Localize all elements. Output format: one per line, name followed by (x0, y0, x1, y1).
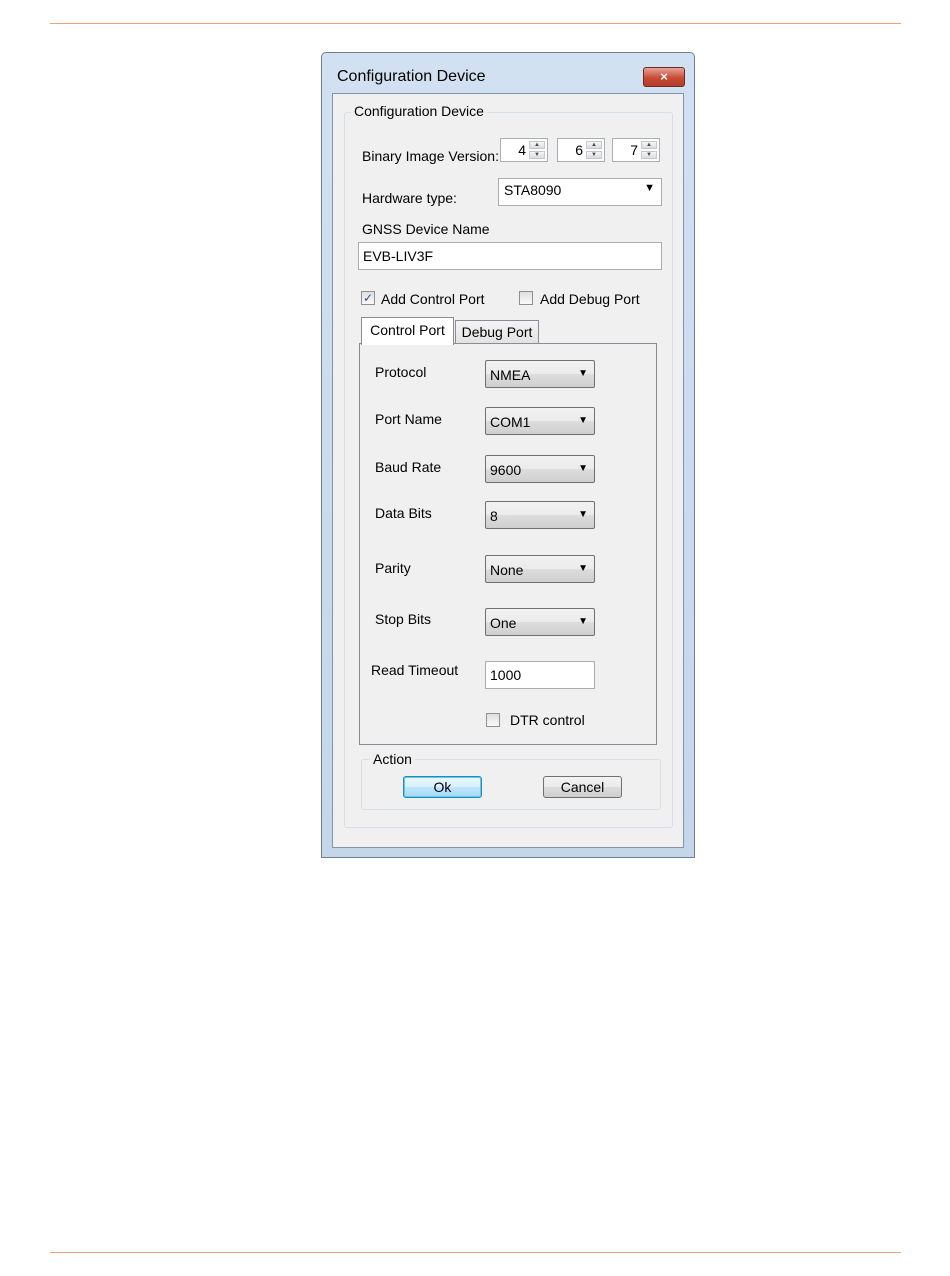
read-timeout-value: 1000 (490, 667, 522, 683)
tab-debug-port-label: Debug Port (461, 324, 533, 340)
protocol-label: Protocol (375, 364, 427, 380)
hardware-type-select[interactable]: STA8090 ▼ (498, 178, 662, 206)
binary-version-patch-spinner[interactable]: 7 ▲ ▼ (612, 138, 660, 162)
parity-select[interactable]: None ▼ (485, 555, 595, 583)
hardware-type-value: STA8090 (504, 182, 562, 198)
page-footer-rule (50, 1252, 901, 1253)
read-timeout-label: Read Timeout (371, 662, 459, 678)
dtr-control-checkbox[interactable] (486, 713, 500, 727)
chevron-down-icon: ▼ (644, 182, 655, 194)
close-icon: × (660, 69, 668, 84)
dialog-client-area: Configuration Device Binary Image Versio… (332, 93, 684, 848)
title-bar[interactable]: Configuration Device × (322, 53, 694, 93)
stop-bits-label: Stop Bits (375, 611, 432, 627)
page-header-rule (50, 23, 901, 24)
configuration-device-group-legend: Configuration Device (351, 103, 487, 119)
stop-bits-select[interactable]: One ▼ (485, 608, 595, 636)
add-control-port-checkbox[interactable]: ✓ (361, 291, 375, 305)
data-bits-select[interactable]: 8 ▼ (485, 501, 595, 529)
binary-version-patch-value: 7 (630, 142, 638, 158)
protocol-value: NMEA (490, 367, 531, 383)
configuration-device-window: Configuration Device × Configuration Dev… (321, 52, 695, 858)
parity-label: Parity (375, 560, 411, 576)
gnss-device-name-value: EVB-LIV3F (363, 248, 434, 264)
data-bits-value: 8 (490, 508, 498, 524)
gnss-device-name-label: GNSS Device Name (362, 221, 490, 237)
tab-debug-port[interactable]: Debug Port (455, 320, 539, 344)
baud-rate-select[interactable]: 9600 ▼ (485, 455, 595, 483)
port-name-select[interactable]: COM1 ▼ (485, 407, 595, 435)
binary-version-minor-value: 6 (575, 142, 583, 158)
spin-down-icon[interactable]: ▼ (586, 151, 602, 159)
protocol-select[interactable]: NMEA ▼ (485, 360, 595, 388)
chevron-down-icon: ▼ (578, 368, 588, 379)
close-button[interactable]: × (643, 67, 685, 87)
binary-version-major-value: 4 (518, 142, 526, 158)
spin-down-icon[interactable]: ▼ (529, 151, 545, 159)
tab-control-port[interactable]: Control Port (361, 317, 454, 345)
read-timeout-input[interactable]: 1000 (485, 661, 595, 689)
cancel-button[interactable]: Cancel (543, 776, 622, 798)
chevron-down-icon: ▼ (578, 563, 588, 574)
check-icon: ✓ (362, 291, 374, 305)
spin-up-icon[interactable]: ▲ (641, 141, 657, 149)
dtr-control-label[interactable]: DTR control (510, 712, 585, 728)
action-group-legend: Action (370, 751, 415, 767)
binary-image-version-label: Binary Image Version: (362, 148, 499, 164)
chevron-down-icon: ▼ (578, 616, 588, 627)
stop-bits-value: One (490, 615, 517, 631)
data-bits-label: Data Bits (375, 505, 432, 521)
binary-version-minor-spinner[interactable]: 6 ▲ ▼ (557, 138, 605, 162)
spin-up-icon[interactable]: ▲ (586, 141, 602, 149)
tab-control-port-label: Control Port (370, 322, 445, 338)
control-port-panel: Protocol NMEA ▼ Port Name COM1 ▼ Baud Ra… (359, 343, 657, 745)
parity-value: None (490, 562, 524, 578)
spin-down-icon[interactable]: ▼ (641, 151, 657, 159)
chevron-down-icon: ▼ (578, 509, 588, 520)
add-debug-port-checkbox[interactable] (519, 291, 533, 305)
chevron-down-icon: ▼ (578, 463, 588, 474)
binary-version-major-spinner[interactable]: 4 ▲ ▼ (500, 138, 548, 162)
port-name-value: COM1 (490, 414, 531, 430)
hardware-type-label: Hardware type: (362, 190, 457, 206)
add-control-port-label[interactable]: Add Control Port (381, 291, 485, 307)
spin-up-icon[interactable]: ▲ (529, 141, 545, 149)
window-title: Configuration Device (337, 68, 486, 85)
ok-button[interactable]: Ok (403, 776, 482, 798)
chevron-down-icon: ▼ (578, 415, 588, 426)
gnss-device-name-input[interactable]: EVB-LIV3F (358, 242, 662, 270)
add-debug-port-label[interactable]: Add Debug Port (540, 291, 640, 307)
port-name-label: Port Name (375, 411, 442, 427)
baud-rate-label: Baud Rate (375, 459, 442, 475)
baud-rate-value: 9600 (490, 462, 522, 478)
